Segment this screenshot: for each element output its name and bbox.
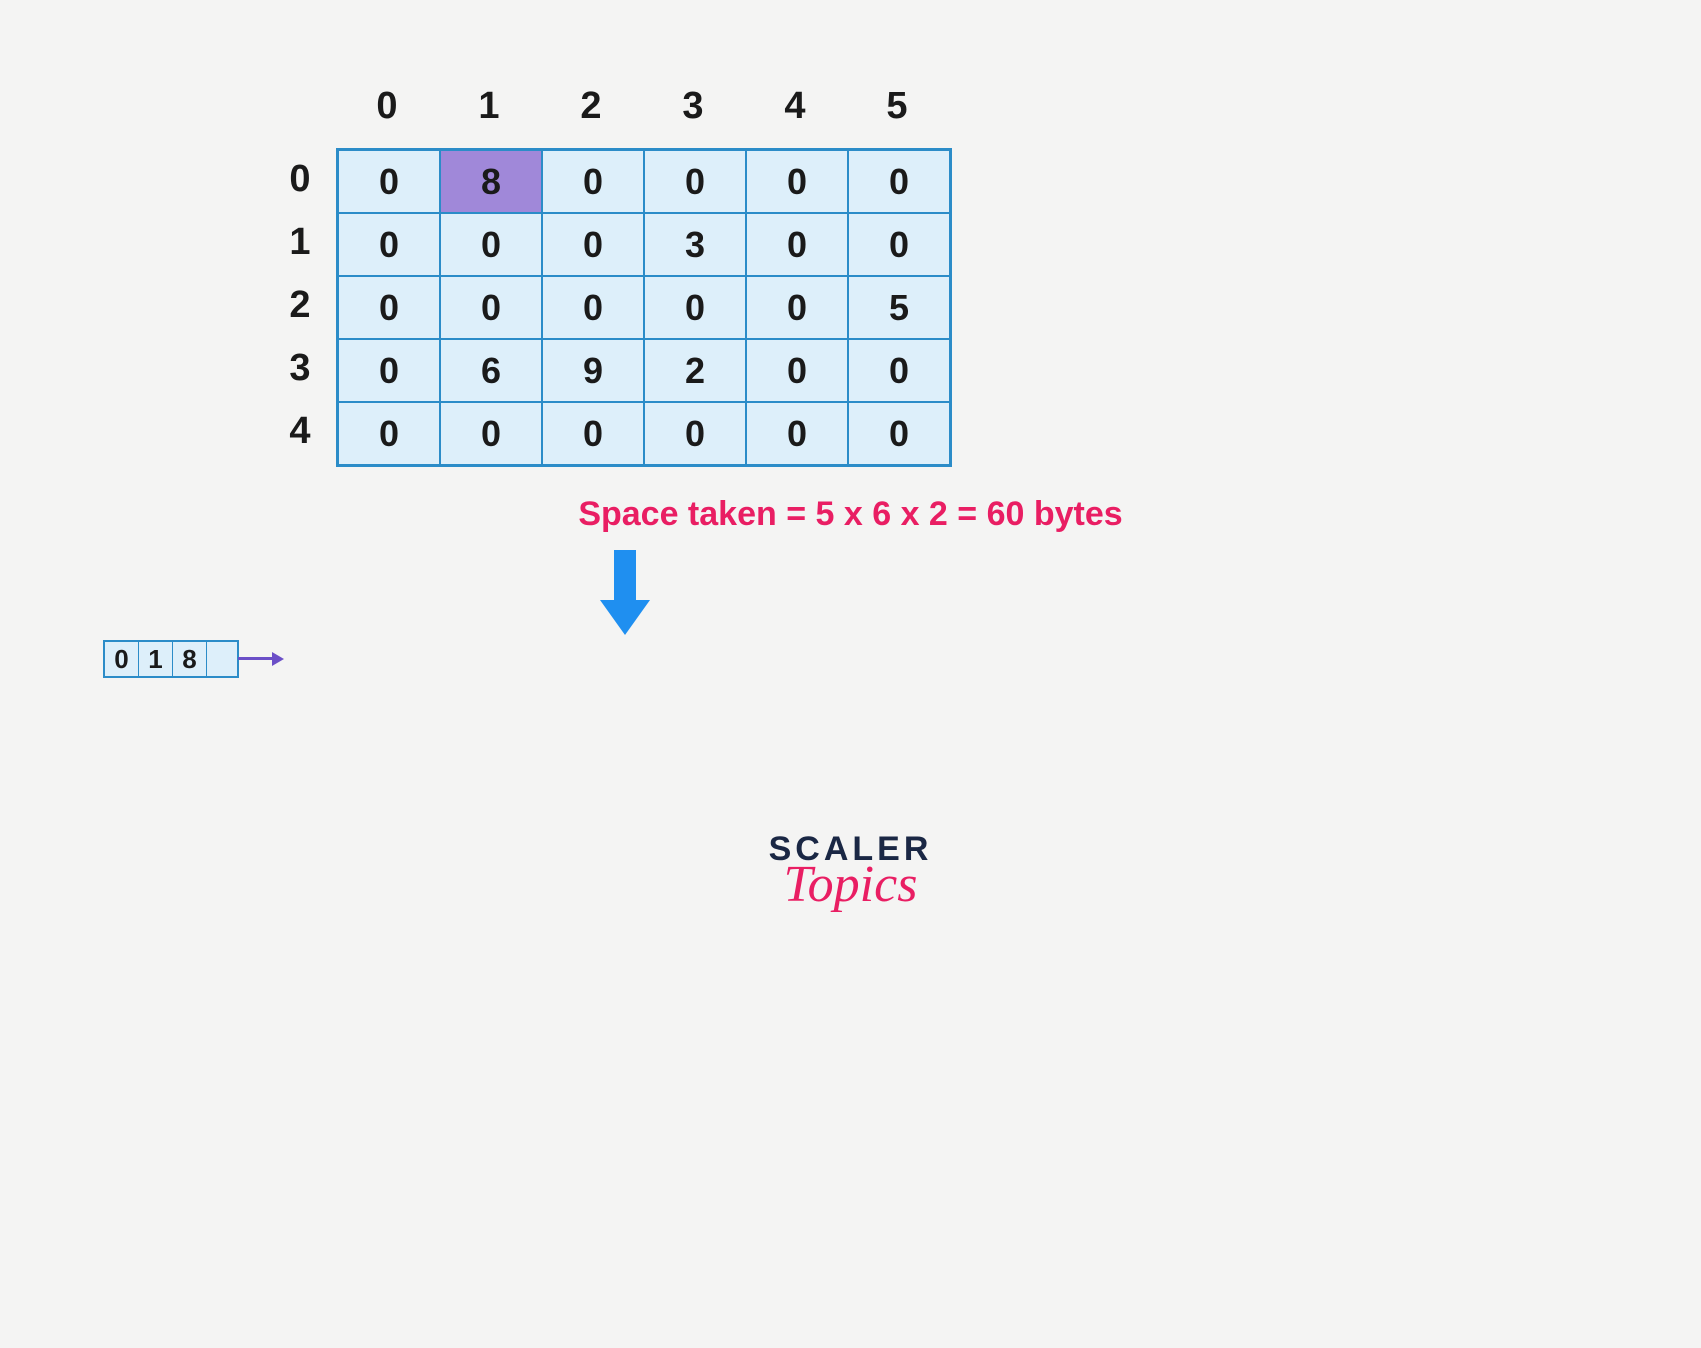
- matrix-cell: 0: [542, 150, 644, 213]
- matrix-cell: 0: [746, 213, 848, 276]
- table-row: 0 8 0 0 0 0: [338, 150, 950, 213]
- down-arrow-icon: [600, 550, 650, 640]
- matrix-cell: 0: [746, 402, 848, 465]
- matrix-cell: 5: [848, 276, 950, 339]
- row-headers: 0 1 2 3 4: [270, 148, 330, 463]
- row-header: 3: [270, 337, 330, 400]
- matrix-cell: 0: [542, 276, 644, 339]
- matrix-cell: 0: [746, 339, 848, 402]
- matrix-cell: 0: [440, 402, 542, 465]
- matrix-cell: 0: [848, 339, 950, 402]
- matrix-cell: 0: [644, 150, 746, 213]
- row-header: 4: [270, 400, 330, 463]
- matrix-cell: 2: [644, 339, 746, 402]
- row-header: 0: [270, 148, 330, 211]
- matrix-cell: 0: [440, 213, 542, 276]
- matrix-cell: 0: [338, 213, 440, 276]
- matrix-cell: 0: [746, 276, 848, 339]
- matrix-cell: 0: [746, 150, 848, 213]
- matrix-cell: 9: [542, 339, 644, 402]
- node-row-value: 0: [105, 642, 139, 676]
- col-header: 5: [846, 85, 948, 128]
- table-row: 0 0 0 3 0 0: [338, 213, 950, 276]
- matrix-cell: 0: [848, 402, 950, 465]
- matrix-cell: 0: [338, 339, 440, 402]
- col-header: 1: [438, 85, 540, 128]
- table-row: 0 6 9 2 0 0: [338, 339, 950, 402]
- linked-list-node: 0 1 8: [103, 640, 239, 678]
- col-header: 2: [540, 85, 642, 128]
- diagram-container: 0 1 2 3 4 5 0 1 2 3 4 0 8 0 0 0 0 0 0 0 …: [0, 0, 1701, 1348]
- matrix-cell: 0: [440, 276, 542, 339]
- node-pointer: [207, 642, 237, 676]
- matrix-cell: 0: [542, 213, 644, 276]
- node-col-value: 1: [139, 642, 173, 676]
- matrix-cell: 0: [644, 276, 746, 339]
- matrix-cell: 0: [338, 150, 440, 213]
- matrix-grid: 0 8 0 0 0 0 0 0 0 3 0 0 0 0 0 0 0 5 0 6 …: [336, 148, 952, 467]
- table-row: 0 0 0 0 0 5: [338, 276, 950, 339]
- space-caption: Space taken = 5 x 6 x 2 = 60 bytes: [0, 495, 1701, 534]
- col-header: 4: [744, 85, 846, 128]
- scaler-logo: SCALER Topics: [0, 830, 1701, 914]
- matrix-cell: 0: [848, 213, 950, 276]
- matrix-cell: 0: [542, 402, 644, 465]
- row-header: 2: [270, 274, 330, 337]
- table-row: 0 0 0 0 0 0: [338, 402, 950, 465]
- row-header: 1: [270, 211, 330, 274]
- column-headers: 0 1 2 3 4 5: [336, 85, 948, 128]
- matrix-cell: 0: [338, 276, 440, 339]
- matrix-cell: 0: [644, 402, 746, 465]
- matrix-cell: 3: [644, 213, 746, 276]
- right-arrow-icon: [238, 654, 288, 664]
- matrix-cell: 6: [440, 339, 542, 402]
- logo-text-topics: Topics: [0, 855, 1701, 914]
- matrix-cell: 0: [848, 150, 950, 213]
- node-data-value: 8: [173, 642, 207, 676]
- matrix-cell: 0: [338, 402, 440, 465]
- col-header: 0: [336, 85, 438, 128]
- matrix-cell-highlighted: 8: [440, 150, 542, 213]
- col-header: 3: [642, 85, 744, 128]
